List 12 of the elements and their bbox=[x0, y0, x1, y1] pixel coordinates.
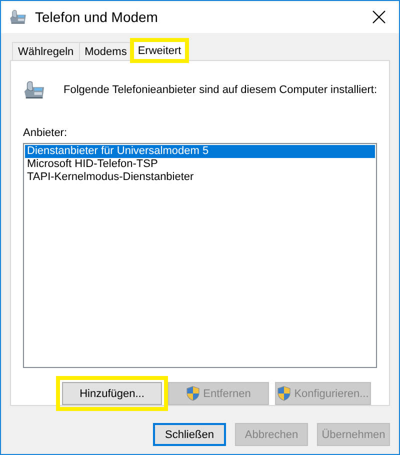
list-item[interactable]: Microsoft HID-Telefon-TSP bbox=[25, 158, 375, 171]
intro-text: Folgende Telefonieanbieter sind auf diesem Computer installiert: bbox=[64, 84, 377, 96]
phone-icon bbox=[9, 9, 27, 25]
close-icon bbox=[372, 10, 386, 24]
action-button[interactable]: Hinzufügen... bbox=[62, 382, 162, 405]
list-label: Anbieter: bbox=[23, 126, 68, 139]
dialog-button[interactable]: Schließen bbox=[153, 423, 226, 446]
window-title: Telefon und Modem bbox=[35, 9, 159, 25]
list-item[interactable]: Dienstanbieter für Universalmodem 5 bbox=[25, 144, 375, 158]
tab[interactable]: Erweitert bbox=[132, 40, 188, 61]
tab[interactable]: Wählregeln bbox=[12, 42, 80, 61]
list-item[interactable]: TAPI-Kernelmodus-Dienstanbieter bbox=[25, 170, 375, 184]
